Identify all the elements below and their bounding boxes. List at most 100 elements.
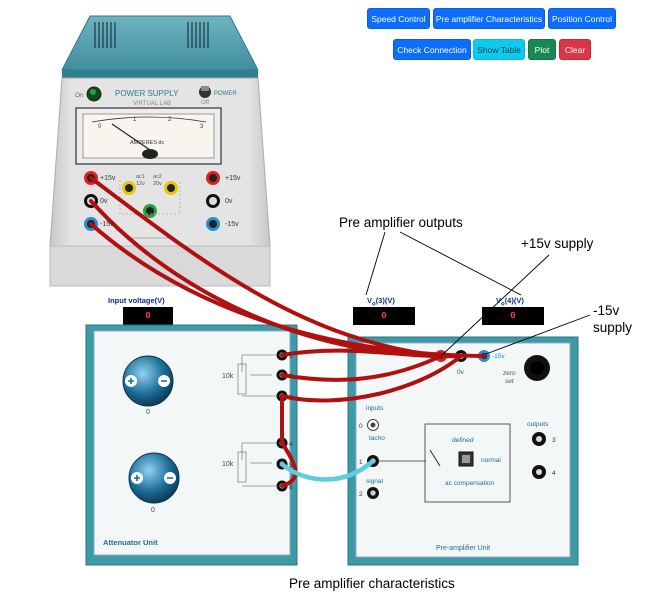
attenuator-terminal-4[interactable]: [276, 437, 288, 449]
tacho-label: tacho: [369, 435, 385, 442]
attenuator-terminal-6[interactable]: [276, 480, 288, 492]
preamp-terminal-minus15[interactable]: [478, 350, 490, 362]
preamp-minus15-label: -15v: [492, 353, 505, 360]
ps-subtitle: VIRTUAL LAB: [133, 101, 171, 107]
preamp-input-2[interactable]: [367, 487, 379, 499]
wire-signal-cyan: [279, 458, 376, 482]
preamp-output-3[interactable]: [532, 432, 546, 446]
ps-terminal-plus15-right[interactable]: [206, 171, 220, 185]
check-connection-button[interactable]: Check Connection: [393, 39, 471, 60]
vo3-label: Vo(3)(V): [367, 296, 395, 308]
meter-tick-0: 0: [98, 124, 102, 130]
plus15-supply-annotation: +15v supply: [521, 236, 594, 251]
meter-label: AMPERES dc: [130, 140, 164, 146]
ac2-label: ac2: [153, 174, 162, 180]
ps-terminal-minus15-right[interactable]: [206, 217, 220, 231]
defined-label: defined: [452, 437, 474, 444]
zero-set-label-1: zero: [502, 370, 516, 377]
att-term-4-label: 4: [289, 441, 293, 448]
ps-0v-right-label: 0v: [225, 198, 233, 205]
ac1-voltage: 12v: [136, 181, 145, 187]
vent-grille-left: [94, 22, 116, 48]
attenuator-terminal-1[interactable]: [276, 349, 288, 361]
minus15-supply-annotation-line1: -15v: [593, 303, 620, 318]
signal-label: signal: [366, 478, 384, 485]
vo4-display: 0: [482, 307, 544, 325]
ps-terminal-minus15-left[interactable]: [84, 217, 98, 231]
ps-title: POWER SUPPLY: [115, 89, 179, 98]
att-term-6-label: 6: [289, 484, 293, 491]
meter-tick-3: 3: [200, 124, 204, 130]
show-table-button[interactable]: Show Table: [473, 39, 525, 60]
preamp-0v-label: 0v: [457, 369, 465, 376]
ps-plus15-left-label: +15v: [100, 175, 116, 182]
attenuator-terminal-2[interactable]: [276, 369, 288, 381]
wire-att2-to-0v: [280, 354, 443, 382]
knob1-value: 0: [146, 409, 150, 416]
preamp-output-4[interactable]: [532, 465, 546, 479]
attenuator-unit: [85, 324, 298, 566]
knob2-value: 0: [151, 507, 155, 514]
ps-0v-left-label: 0v: [100, 198, 108, 205]
meter-tick-2: 2: [168, 117, 172, 123]
normal-label: normal: [481, 457, 501, 464]
plot-button[interactable]: Plot: [528, 39, 556, 60]
ps-terminal-ac2[interactable]: [164, 181, 178, 195]
out3-label: 3: [552, 437, 556, 444]
ac1-label: ac1: [136, 174, 145, 180]
clear-button[interactable]: Clear: [559, 39, 591, 60]
att-term-3-label: 3: [289, 394, 293, 401]
pot1-label: 10k: [222, 373, 234, 380]
attenuator-terminal-3[interactable]: [276, 390, 288, 402]
preamp-unit: [347, 336, 579, 566]
ac-compensation-switch[interactable]: [458, 451, 474, 467]
speed-control-button[interactable]: Speed Control: [367, 8, 430, 29]
att-term-5-label: 5: [289, 462, 293, 469]
preamp-outputs-annotation: Pre amplifier outputs: [339, 215, 463, 230]
ps-terminal-0v-right[interactable]: [206, 194, 220, 208]
preamp-title: Pre-amplifier Unit: [436, 545, 490, 552]
attenuator-knob-2[interactable]: [128, 452, 180, 504]
ps-terminal-0v-left[interactable]: [84, 194, 98, 208]
ps-terminal-plus15-left[interactable]: [84, 171, 98, 185]
input2-label: 2: [359, 491, 363, 498]
preamp-characteristics-button[interactable]: Pre amplifier Characteristics: [433, 8, 545, 29]
ps-terminal-common[interactable]: [143, 204, 157, 218]
att-term-1-label: 1: [289, 353, 293, 360]
ps-minus15-right-label: -15v: [225, 221, 239, 228]
wire-ps-plus15-to-preamp: [89, 176, 443, 358]
preamp-terminal-plus15[interactable]: [435, 350, 447, 362]
vo3-display: 0: [353, 307, 415, 325]
minus15-supply-annotation-line2: supply: [593, 320, 633, 335]
outputs-label: outputs: [527, 421, 549, 428]
ps-terminal-ac1[interactable]: [122, 181, 136, 195]
attenuator-terminal-5[interactable]: [276, 458, 288, 470]
input-voltage-label: Input voltage(V): [108, 296, 165, 305]
vo4-label-suffix: (4)(V): [504, 296, 524, 305]
attenuator-terminals: [276, 349, 288, 492]
ac-compensation-label: ac compensation: [445, 480, 495, 487]
wire-att3-to-0v: [280, 354, 463, 403]
wire-att1-to-plus15: [280, 348, 443, 358]
out4-label: 4: [552, 470, 556, 477]
preamp-input-1[interactable]: [367, 455, 379, 467]
position-control-button[interactable]: Position Control: [548, 8, 616, 29]
input-voltage-display: 0: [123, 307, 173, 325]
zero-set-knob[interactable]: [524, 355, 550, 381]
preamp-terminal-0v[interactable]: [455, 350, 467, 362]
vo4-label: Vo(4)(V): [496, 296, 524, 308]
vo3-label-suffix: (3)(V): [375, 296, 395, 305]
attenuator-knob-1[interactable]: [122, 355, 174, 407]
ps-on-label: On: [75, 92, 84, 99]
zero-set-label-2: set: [505, 378, 515, 385]
preamp-input-0[interactable]: [367, 419, 379, 431]
wire-att4-to-att6: [280, 441, 298, 488]
attenuator-title: Attenuator Unit: [103, 538, 158, 547]
inputs-label: inputs: [366, 405, 384, 412]
input0-label: 0: [359, 423, 363, 430]
ps-minus15-left-label: -15v: [100, 221, 114, 228]
ps-power-label: POWER: [214, 91, 237, 97]
ps-off-label: Off: [201, 100, 209, 106]
lab-diagram: On POWER SUPPLY VIRTUAL LAB POWER Off AM…: [49, 15, 591, 566]
ps-plus15-right-label: +15v: [225, 175, 241, 182]
